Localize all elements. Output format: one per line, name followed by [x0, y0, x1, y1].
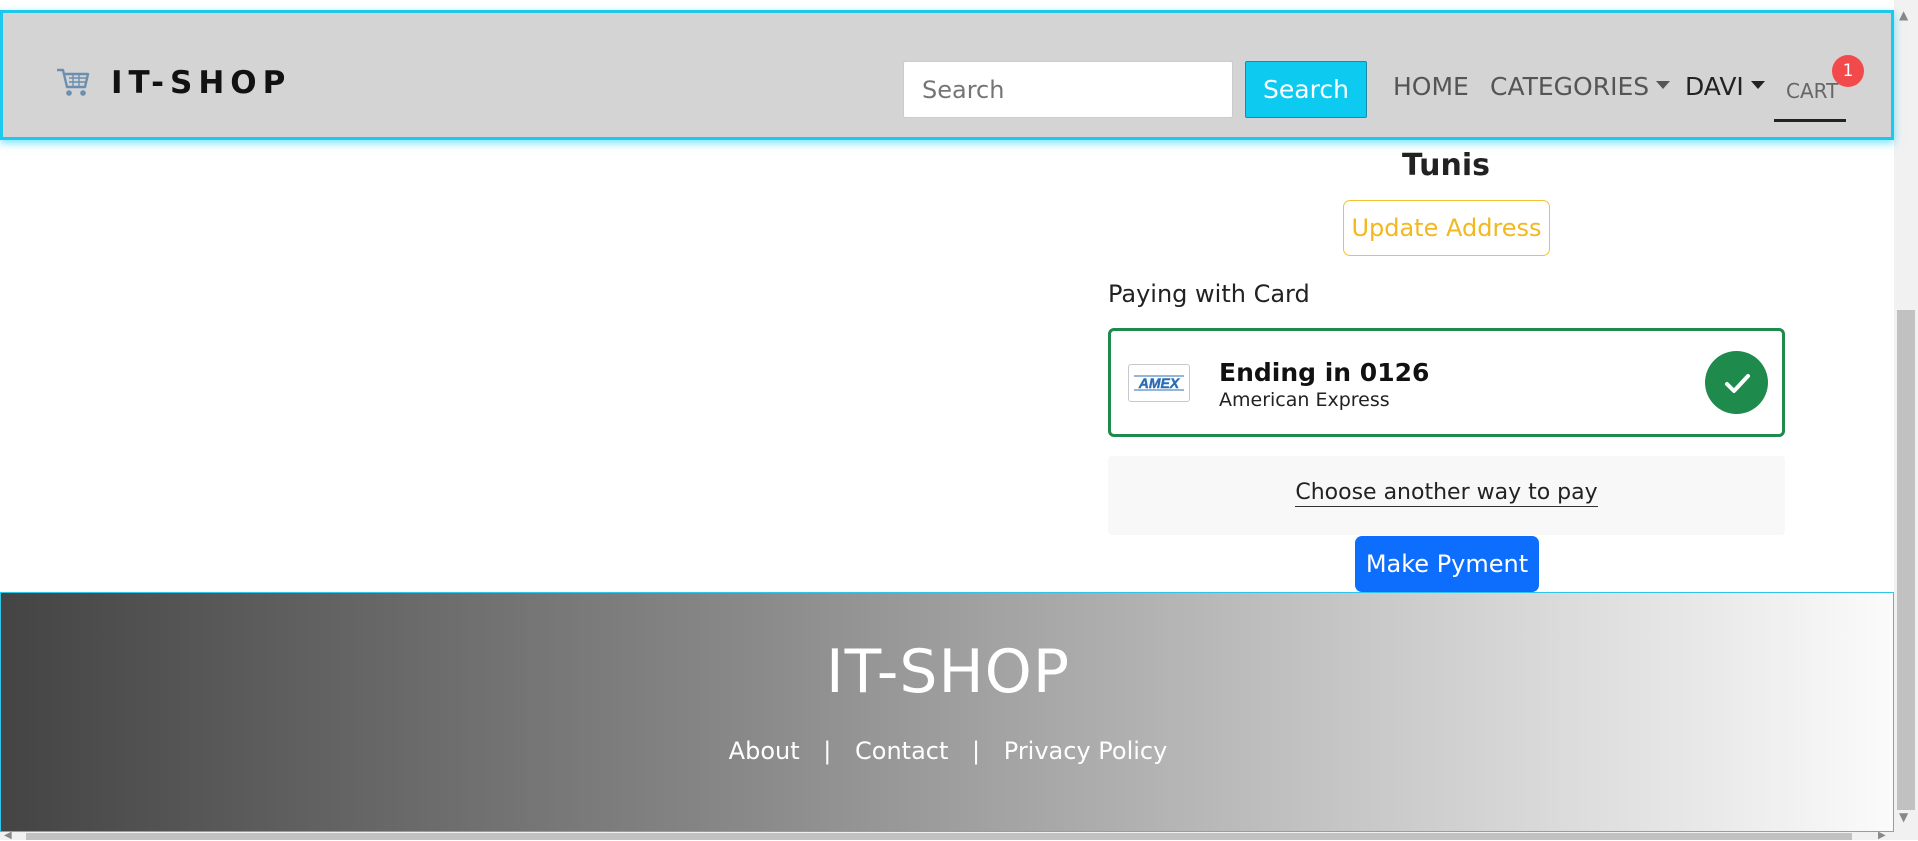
nav-user-dropdown[interactable]: DAVI: [1685, 71, 1765, 103]
amex-logo-text: AMEX: [1138, 375, 1181, 391]
footer-separator: |: [823, 737, 832, 765]
cart-active-underline: [1774, 119, 1846, 122]
shopping-cart-icon[interactable]: [55, 65, 91, 99]
scroll-left-icon[interactable]: ◀: [4, 830, 12, 841]
footer-link-privacy[interactable]: Privacy Policy: [1004, 737, 1168, 765]
payment-method-label: Paying with Card: [1108, 280, 1310, 308]
make-payment-button[interactable]: Make Pyment: [1355, 536, 1539, 592]
update-address-button[interactable]: Update Address: [1343, 200, 1550, 256]
footer-link-about[interactable]: About: [729, 737, 800, 765]
navbar: IT-SHOP Search HOME CATEGORIES DAVI CART…: [0, 10, 1894, 140]
shipping-city: Tunis: [1401, 148, 1491, 183]
footer-separator: |: [972, 737, 981, 765]
cart-count-badge: 1: [1832, 55, 1864, 87]
footer: IT-SHOP About | Contact | Privacy Policy: [0, 592, 1894, 832]
search-input[interactable]: [903, 61, 1233, 118]
chevron-down-icon: [1750, 81, 1765, 89]
nav-home-link[interactable]: HOME: [1393, 71, 1469, 103]
scroll-right-icon[interactable]: ▶: [1878, 830, 1886, 841]
card-network: American Express: [1219, 389, 1390, 411]
footer-link-contact[interactable]: Contact: [855, 737, 948, 765]
brand-name[interactable]: IT-SHOP: [111, 65, 291, 101]
horizontal-scrollbar-thumb[interactable]: [26, 833, 1852, 840]
alt-payment-panel: Choose another way to pay: [1108, 456, 1785, 535]
chevron-down-icon: [1656, 81, 1671, 89]
footer-links: About | Contact | Privacy Policy: [1, 737, 1895, 765]
nav-categories-dropdown[interactable]: CATEGORIES: [1490, 71, 1671, 103]
nav-user-label: DAVI: [1685, 72, 1744, 101]
selected-card-option[interactable]: AMEX Ending in 0126 American Express: [1108, 328, 1785, 437]
footer-brand: IT-SHOP: [825, 637, 1071, 707]
choose-another-payment-link[interactable]: Choose another way to pay: [1108, 480, 1785, 507]
scroll-down-icon[interactable]: ▼: [1899, 810, 1908, 824]
scroll-up-icon[interactable]: ▲: [1899, 8, 1908, 22]
nav-cart-link[interactable]: CART: [1786, 75, 1838, 107]
card-title: Ending in 0126: [1219, 358, 1430, 387]
search-button[interactable]: Search: [1245, 61, 1367, 118]
check-icon: [1705, 351, 1768, 414]
vertical-scrollbar-thumb[interactable]: [1897, 310, 1915, 810]
amex-logo: AMEX: [1128, 364, 1190, 402]
nav-categories-label: CATEGORIES: [1490, 72, 1650, 101]
choose-another-payment-label: Choose another way to pay: [1295, 480, 1598, 507]
